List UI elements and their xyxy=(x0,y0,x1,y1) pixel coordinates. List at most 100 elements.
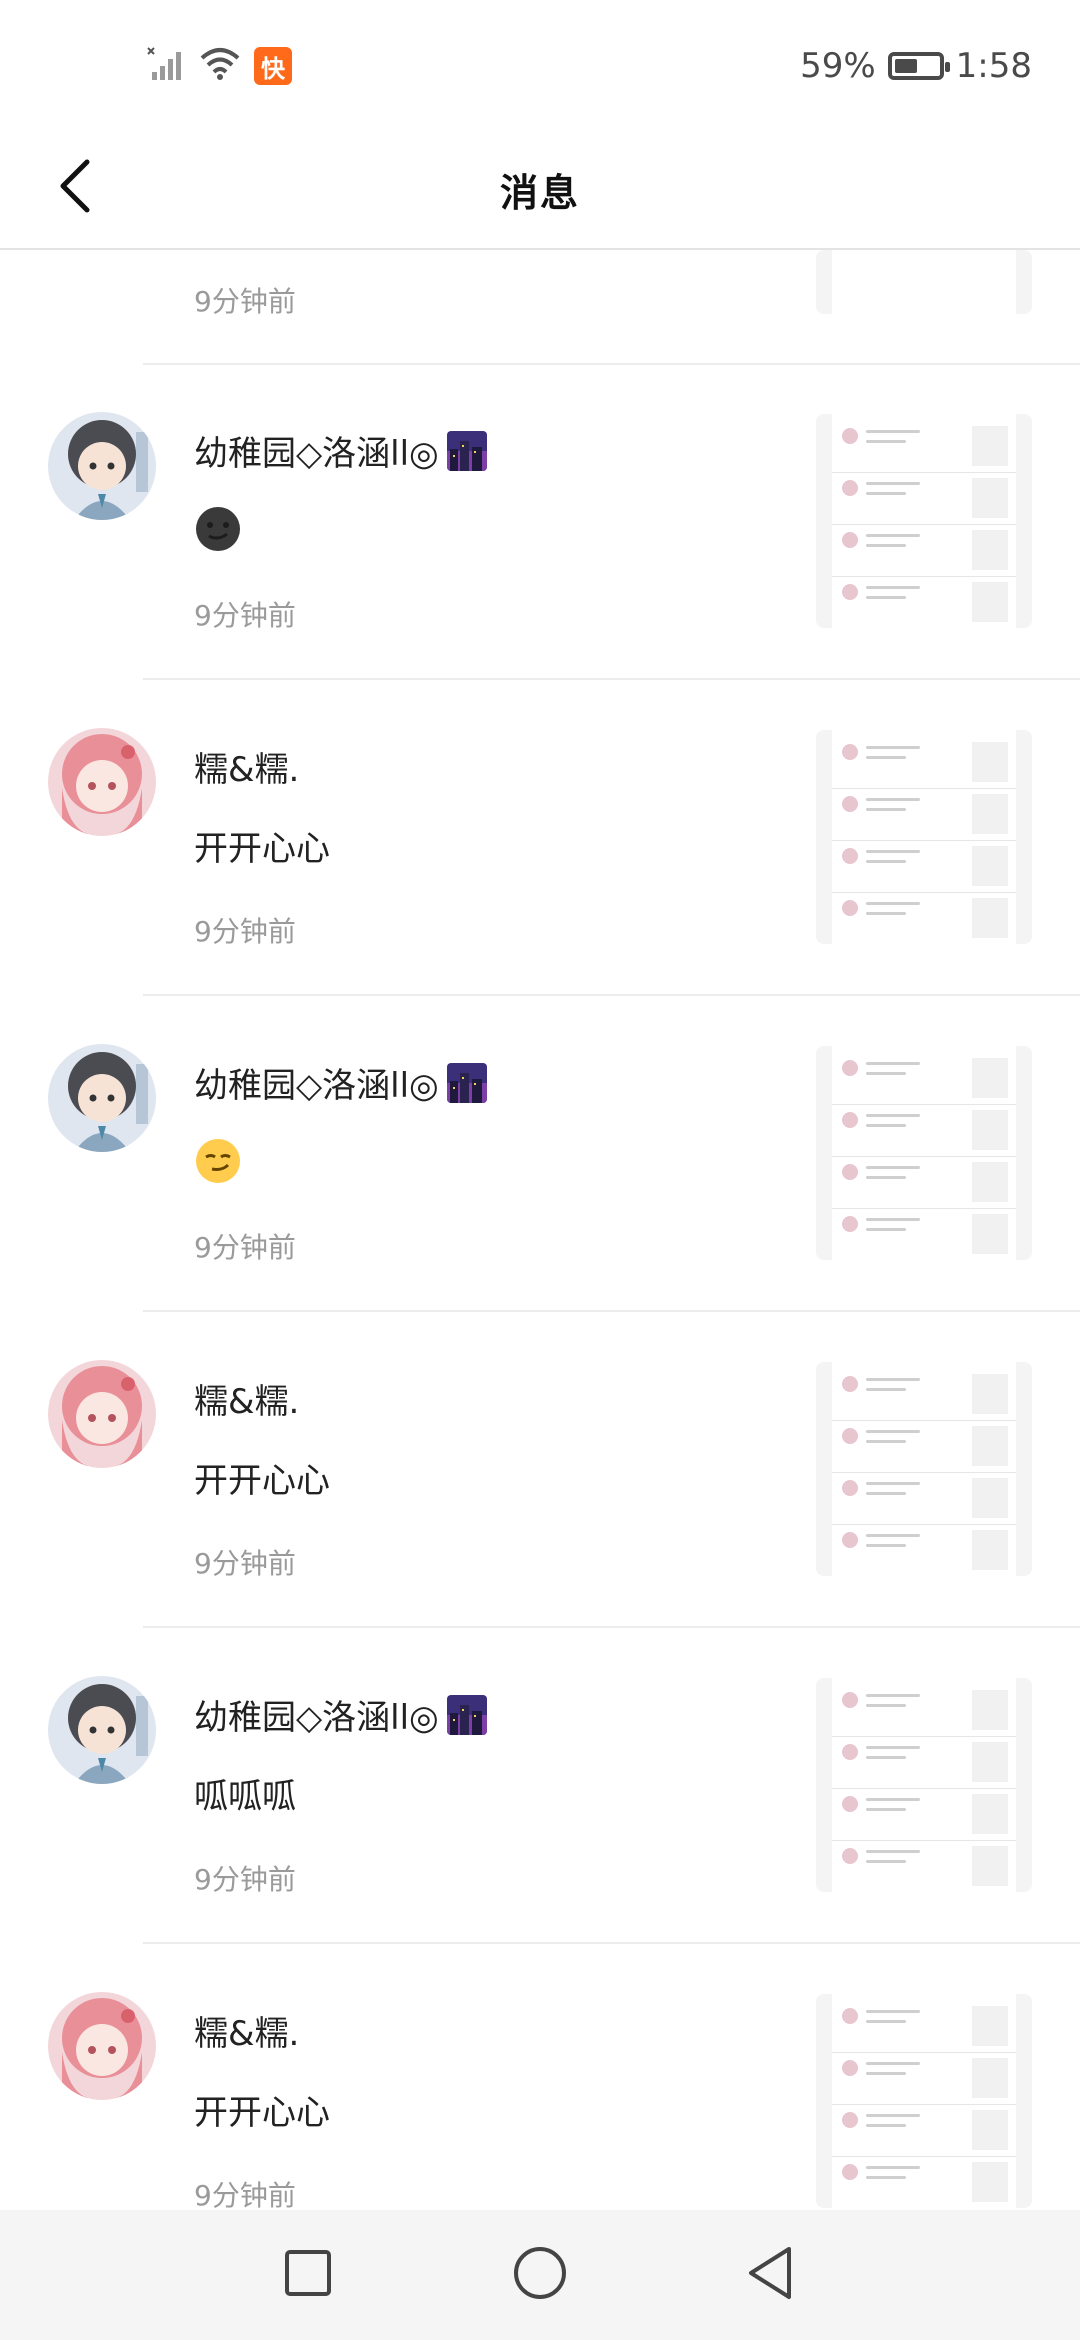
thumb-side-box xyxy=(972,1110,1008,1150)
thumb-avatar-dot xyxy=(842,1848,858,1864)
thumb-text-line xyxy=(866,808,906,811)
thumb-side-box xyxy=(972,530,1008,570)
page-title: 消息 xyxy=(499,170,580,215)
message-content xyxy=(194,1136,242,1186)
thumb-text-line xyxy=(866,1114,920,1117)
message-content: 开开心心 xyxy=(194,820,330,870)
message-list[interactable]: 9分钟前 幼稚园◇洛涵ll◎ 9分钟前 糯&糯. 开开心心 9分钟前 幼稚园◇洛涵ll◎ 9… xyxy=(0,250,1080,2210)
sender-name-text: 糯&糯. xyxy=(194,1382,300,1422)
thumb-text-line xyxy=(866,1746,920,1749)
thumb-avatar-dot xyxy=(842,1532,858,1548)
thumb-avatar-dot xyxy=(842,1376,858,1392)
thumb-separator xyxy=(832,576,1016,577)
thumb-side-box xyxy=(972,1214,1008,1254)
thumb-side-box xyxy=(972,742,1008,782)
new-moon-face-emoji-icon xyxy=(194,505,242,553)
thumb-side-box xyxy=(972,846,1008,886)
thumb-side-box xyxy=(972,1162,1008,1202)
thumb-side-box xyxy=(972,1846,1008,1886)
home-button[interactable] xyxy=(510,2245,570,2305)
thumb-avatar-dot xyxy=(842,480,858,496)
thumbnail-content xyxy=(832,730,1016,944)
post-thumbnail[interactable] xyxy=(816,250,1032,314)
thumb-text-line xyxy=(866,1166,920,1169)
sender-name[interactable]: 幼稚园◇洛涵ll◎ xyxy=(194,1690,487,1739)
thumb-avatar-dot xyxy=(842,1796,858,1812)
time-label: 9分钟前 xyxy=(194,1231,296,1264)
thumb-text-line xyxy=(866,1798,920,1801)
thumb-avatar-dot xyxy=(842,428,858,444)
thumb-text-line xyxy=(866,1544,906,1547)
thumb-text-line xyxy=(866,1694,920,1697)
thumb-text-line xyxy=(866,534,920,537)
thumb-side-box xyxy=(972,1058,1008,1098)
thumb-text-line xyxy=(866,1176,906,1179)
post-thumbnail[interactable] xyxy=(816,414,1032,628)
message-list-item[interactable]: 糯&糯. 开开心心 9分钟前 xyxy=(0,1312,1080,1628)
thumb-text-line xyxy=(866,586,920,589)
message-list-item[interactable]: 糯&糯. 开开心心 9分钟前 xyxy=(0,1944,1080,2210)
avatar[interactable] xyxy=(48,1992,156,2100)
avatar[interactable] xyxy=(48,728,156,836)
thumb-separator xyxy=(832,1736,1016,1737)
thumb-separator xyxy=(832,1208,1016,1209)
thumb-text-line xyxy=(866,440,906,443)
thumb-text-line xyxy=(866,860,906,863)
thumb-text-line xyxy=(866,1430,920,1433)
sender-name[interactable]: 幼稚园◇洛涵ll◎ xyxy=(194,426,487,475)
thumbnail-content xyxy=(832,1678,1016,1892)
header: 消息 xyxy=(0,128,1080,250)
sender-name[interactable]: 糯&糯. xyxy=(194,2006,299,2055)
sender-name-text: 糯&糯. xyxy=(194,2014,300,2054)
thumb-side-box xyxy=(972,2058,1008,2098)
recent-apps-button[interactable] xyxy=(278,2245,338,2305)
city-night-emoji-icon xyxy=(446,1062,487,1103)
thumb-text-line xyxy=(866,850,920,853)
sender-name[interactable]: 糯&糯. xyxy=(194,1374,299,1423)
post-thumbnail[interactable] xyxy=(816,1678,1032,1892)
thumb-text-line xyxy=(866,1850,920,1853)
message-text: 呱呱呱 xyxy=(194,1776,296,1817)
post-thumbnail[interactable] xyxy=(816,730,1032,944)
thumb-separator xyxy=(832,2104,1016,2105)
thumb-text-line xyxy=(866,2114,920,2117)
thumb-separator xyxy=(832,892,1016,893)
avatar[interactable] xyxy=(48,1044,156,1152)
thumbnail-content xyxy=(832,1994,1016,2208)
post-thumbnail[interactable] xyxy=(816,1994,1032,2208)
message-list-item[interactable]: 幼稚园◇洛涵ll◎ 9分钟前 xyxy=(0,996,1080,1312)
avatar[interactable] xyxy=(48,412,156,520)
thumb-separator xyxy=(832,1104,1016,1105)
post-thumbnail[interactable] xyxy=(816,1046,1032,1260)
thumb-side-box xyxy=(972,1426,1008,1466)
message-list-item[interactable]: 糯&糯. 开开心心 9分钟前 xyxy=(0,680,1080,996)
time-label: 9分钟前 xyxy=(194,285,296,318)
thumb-text-line xyxy=(866,2020,906,2023)
sender-name[interactable]: 幼稚园◇洛涵ll◎ xyxy=(194,1058,487,1107)
thumb-text-line xyxy=(866,544,906,547)
thumb-text-line xyxy=(866,1482,920,1485)
thumb-text-line xyxy=(866,1860,906,1863)
thumb-avatar-dot xyxy=(842,584,858,600)
thumb-avatar-dot xyxy=(842,900,858,916)
list-item-partial[interactable]: 9分钟前 xyxy=(0,250,1080,365)
thumb-separator xyxy=(832,1420,1016,1421)
thumb-side-box xyxy=(972,1478,1008,1518)
avatar[interactable] xyxy=(48,1676,156,1784)
message-list-item[interactable]: 幼稚园◇洛涵ll◎ 9分钟前 xyxy=(0,364,1080,680)
thumb-avatar-dot xyxy=(842,1216,858,1232)
thumb-side-box xyxy=(972,2006,1008,2046)
thumb-avatar-dot xyxy=(842,2008,858,2024)
post-thumbnail[interactable] xyxy=(816,1362,1032,1576)
sender-name[interactable]: 糯&糯. xyxy=(194,742,299,791)
thumb-separator xyxy=(832,1156,1016,1157)
back-nav-button[interactable] xyxy=(740,2245,800,2305)
thumb-text-line xyxy=(866,912,906,915)
message-list-item[interactable]: 幼稚园◇洛涵ll◎ 呱呱呱 9分钟前 xyxy=(0,1628,1080,1944)
thumb-side-box xyxy=(972,1690,1008,1730)
thumb-avatar-dot xyxy=(842,2164,858,2180)
thumb-text-line xyxy=(866,1808,906,1811)
thumb-text-line xyxy=(866,1218,920,1221)
thumb-text-line xyxy=(866,902,920,905)
avatar[interactable] xyxy=(48,1360,156,1468)
